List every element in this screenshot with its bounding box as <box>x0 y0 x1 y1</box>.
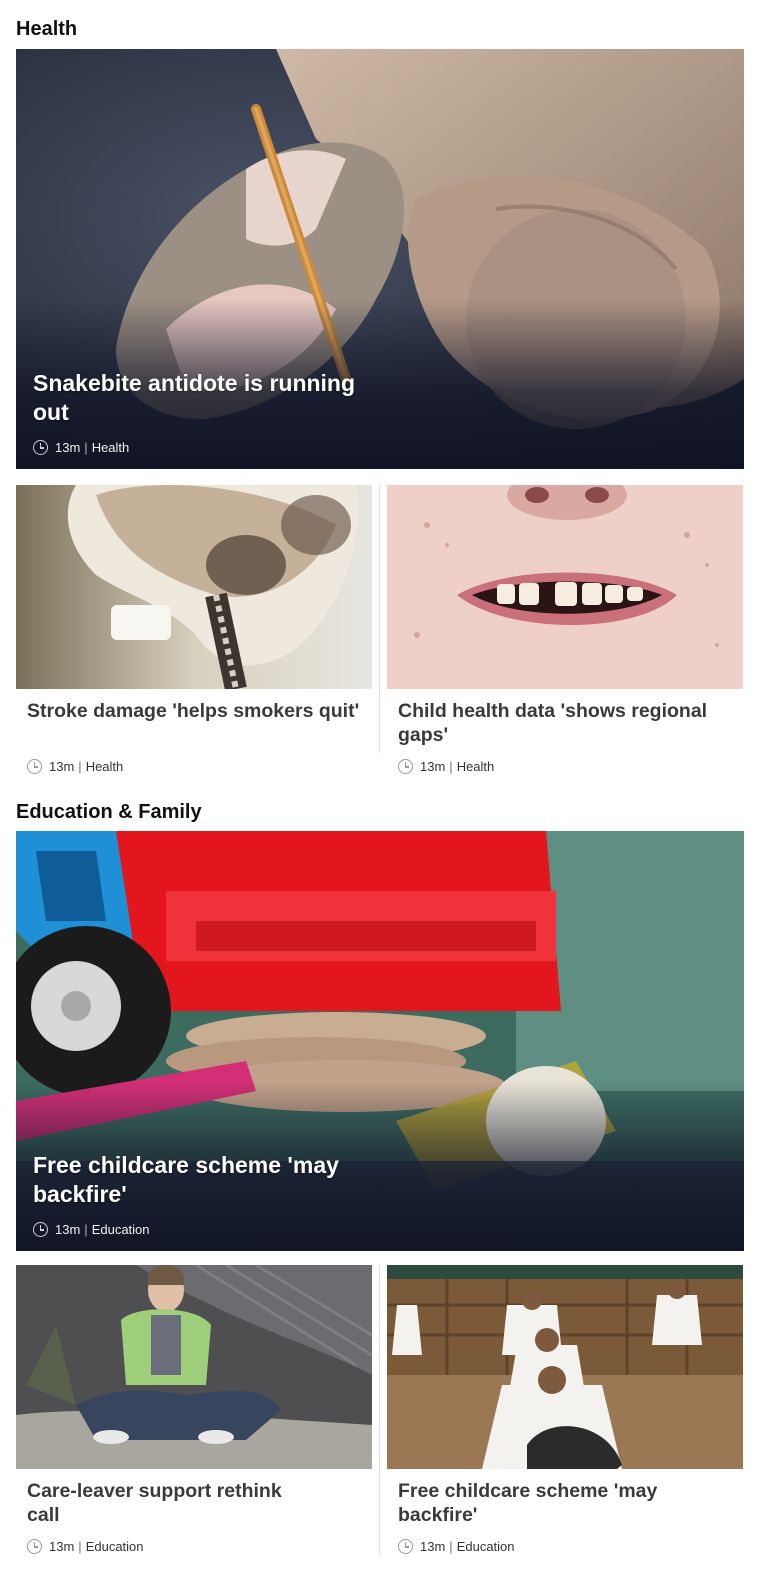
story-image-exam-hall <box>387 1265 743 1469</box>
category-link[interactable]: Education <box>457 1539 515 1554</box>
timestamp: 13m <box>55 1222 81 1237</box>
timestamp: 13m <box>49 1539 75 1554</box>
clock-icon <box>398 1539 413 1554</box>
timestamp: 13m <box>420 1539 446 1554</box>
meta-separator: | <box>84 1222 88 1237</box>
meta-separator: | <box>449 1539 453 1554</box>
section-title-education: Education & Family <box>16 801 202 823</box>
card-divider <box>379 1265 380 1555</box>
story-card-childcare[interactable]: Free childcare scheme 'may backfire' 13m… <box>387 1265 743 1555</box>
story-meta: 13m | Education <box>398 1539 515 1554</box>
story-headline[interactable]: Free childcare scheme 'may backfire' <box>398 1479 698 1527</box>
hero-story-education[interactable]: Free childcare scheme 'may backfire' 13m… <box>16 831 744 1251</box>
category-link[interactable]: Education <box>86 1539 144 1554</box>
section-education: Education & Family Free childcare scheme… <box>0 0 768 1589</box>
hero-meta: 13m | Education <box>33 1222 150 1237</box>
story-image-young-man <box>16 1265 372 1469</box>
clock-icon <box>33 1222 48 1237</box>
story-meta: 13m | Education <box>27 1539 144 1554</box>
category-link[interactable]: Education <box>92 1222 150 1237</box>
story-headline[interactable]: Care-leaver support rethink call <box>27 1479 317 1527</box>
story-card-care-leaver[interactable]: Care-leaver support rethink call 13m | E… <box>16 1265 372 1555</box>
meta-separator: | <box>78 1539 82 1554</box>
hero-headline[interactable]: Free childcare scheme 'may backfire' <box>33 1151 413 1209</box>
clock-icon <box>27 1539 42 1554</box>
